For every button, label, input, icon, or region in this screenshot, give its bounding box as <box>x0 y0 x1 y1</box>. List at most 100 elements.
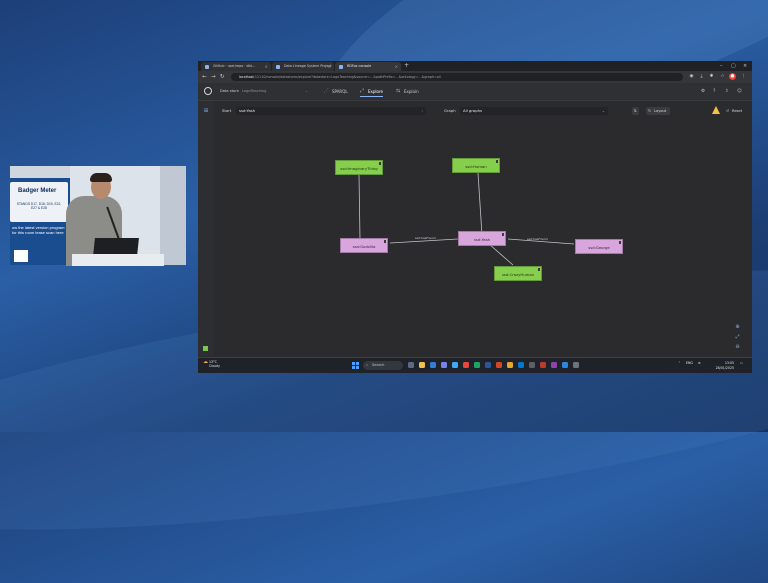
edge-yash-human <box>477 172 483 236</box>
sort-button[interactable]: ⇅ <box>632 107 640 115</box>
outlook-icon[interactable] <box>430 362 436 368</box>
bookmark-icon[interactable]: ☆ <box>719 73 726 80</box>
status-indicator <box>203 346 208 351</box>
browser-tabstrip: GitHub · user/repo · dbt... × Data Linea… <box>198 61 752 71</box>
sparql-icon: ⋰ <box>324 88 329 94</box>
windows-taskbar: ☁ 13°C Cloudy ⌕ Search ⌃ ENG ≋ 13:05 28/… <box>198 357 752 373</box>
node-crazy-human[interactable]: ssd:CrazyHuman <box>494 266 542 281</box>
onedrive-icon[interactable] <box>518 362 524 368</box>
windows-start-icon[interactable] <box>352 362 359 369</box>
node-human[interactable]: ssd:Human <box>452 158 500 173</box>
app-icon[interactable] <box>551 362 557 368</box>
tab-explain[interactable]: ⇆ Explain <box>396 87 419 96</box>
warning-icon[interactable] <box>712 106 720 114</box>
zoom-out-icon[interactable]: ⊖ <box>734 344 741 351</box>
zoom-in-icon[interactable]: ⊕ <box>734 324 741 331</box>
datastore-select[interactable]: LegoTeaching ⌄ <box>242 87 308 95</box>
node-label: ssd:George <box>588 245 610 250</box>
node-godzilla[interactable]: ssd:Godzilla <box>340 238 388 253</box>
start-label: Start <box>222 108 232 113</box>
rdfox-logo-icon[interactable] <box>204 87 212 95</box>
poster-booth: STANDS D17, D18, D19, E22, E27 & E28 <box>16 202 62 210</box>
close-icon[interactable]: × <box>395 62 398 71</box>
extension-icon[interactable]: ◉ <box>688 73 695 80</box>
browser-tab[interactable]: Data Lineage System Project × <box>272 62 334 71</box>
node-handle <box>501 233 504 236</box>
graph-canvas[interactable]: ssd:hasFriend ssd:hasFriend ssd:Imaginar… <box>214 119 752 356</box>
node-yash[interactable]: ssd:Yash <box>458 231 506 246</box>
wifi-icon[interactable]: ≋ <box>698 361 701 365</box>
vscode-icon[interactable] <box>562 362 568 368</box>
maximize-icon[interactable]: ▢ <box>731 61 736 71</box>
tab-label: Explain <box>404 89 419 94</box>
teams-icon[interactable] <box>441 362 447 368</box>
url-field[interactable]: localhost:12110/console/datastores/explo… <box>231 73 683 81</box>
reset-icon: ↺ <box>726 109 730 113</box>
tab-label: SPARQL <box>332 89 348 94</box>
close-icon[interactable]: × <box>265 62 268 71</box>
back-icon[interactable]: ← <box>202 72 207 82</box>
start-input[interactable]: ssd:Yash › <box>236 107 426 115</box>
graph-tool-icon[interactable]: ⊞ <box>202 107 210 115</box>
edge-label: ssd:hasFriend <box>527 237 548 241</box>
node-imaginary-thing[interactable]: ssd:ImaginaryThing <box>335 160 383 175</box>
browser-tab-active[interactable]: RDFox console × <box>335 62 401 71</box>
explain-icon: ⇆ <box>396 88 401 94</box>
reload-icon[interactable]: ↻ <box>220 72 225 82</box>
chrome-icon[interactable] <box>463 362 469 368</box>
settings-app-icon[interactable] <box>529 362 535 368</box>
shared-screen: GitHub · user/repo · dbt... × Data Linea… <box>198 61 752 373</box>
app-icon[interactable] <box>507 362 513 368</box>
powerpoint-icon[interactable] <box>496 362 502 368</box>
tab-explore[interactable]: ⤢ Explore <box>360 87 384 97</box>
upload-icon[interactable]: ⇪ <box>725 88 729 95</box>
new-tab-icon[interactable]: + <box>404 61 409 71</box>
layout-icon: ↻ <box>648 109 652 113</box>
excel-icon[interactable] <box>474 362 480 368</box>
close-icon[interactable]: × <box>328 62 331 71</box>
node-label: ssd:CrazyHuman <box>501 272 535 277</box>
speaker-hair <box>90 173 112 182</box>
search-label: Search <box>372 363 385 367</box>
url-host: localhost <box>239 75 254 79</box>
profile-avatar[interactable]: ● <box>729 73 736 80</box>
datastore-label: Data store <box>220 89 239 93</box>
extensions-icon[interactable]: ✱ <box>708 73 715 80</box>
graph-select[interactable]: All graphs ⌄ <box>460 107 608 115</box>
zoom-fit-icon[interactable]: ⤢ <box>734 334 741 341</box>
forward-icon[interactable]: → <box>211 72 216 82</box>
tab-sparql[interactable]: ⋰ SPARQL <box>324 87 348 96</box>
layout-button[interactable]: ↻ Layout <box>646 107 671 115</box>
file-explorer-icon[interactable] <box>419 362 425 368</box>
help-icon[interactable]: ? <box>713 88 715 95</box>
taskbar-clock[interactable]: 13:05 28/01/2025 <box>708 361 734 370</box>
minimize-icon[interactable]: – <box>720 61 723 71</box>
github-icon <box>205 64 209 69</box>
node-george[interactable]: ssd:George <box>575 239 623 254</box>
close-window-icon[interactable]: × <box>743 61 747 71</box>
word-icon[interactable] <box>485 362 491 368</box>
language-indicator[interactable]: ENG <box>686 361 693 365</box>
tab-label: RDFox console <box>347 64 372 68</box>
settings-icon[interactable]: ⚙ <box>701 88 705 95</box>
chevron-right-icon: › <box>421 108 423 113</box>
task-view-icon[interactable] <box>408 362 414 368</box>
app-header: Data store LegoTeaching ⌄ ⋰ SPARQL ⤢ Exp… <box>198 83 752 101</box>
rdfox-icon <box>339 64 343 69</box>
download-icon[interactable]: ⤓ <box>698 73 705 80</box>
browser-tab[interactable]: GitHub · user/repo · dbt... × <box>201 62 271 71</box>
edge-icon[interactable] <box>452 362 458 368</box>
notification-icon[interactable]: ▭ <box>740 361 743 365</box>
node-handle <box>618 241 621 244</box>
weather-widget[interactable]: ☁ 13°C Cloudy <box>203 360 220 369</box>
start-value: ssd:Yash <box>239 108 256 113</box>
edge-yash-crazyhuman <box>488 243 514 266</box>
podium <box>72 254 164 266</box>
terminal-icon[interactable] <box>573 362 579 368</box>
taskbar-search[interactable]: ⌕ Search <box>363 361 403 370</box>
menu-icon[interactable]: ⋮ <box>740 73 747 80</box>
app-icon[interactable] <box>540 362 546 368</box>
tray-chevron-icon[interactable]: ⌃ <box>678 361 681 365</box>
reset-button[interactable]: ↺ Reset <box>724 107 746 115</box>
user-icon[interactable]: ☺ <box>737 88 742 95</box>
